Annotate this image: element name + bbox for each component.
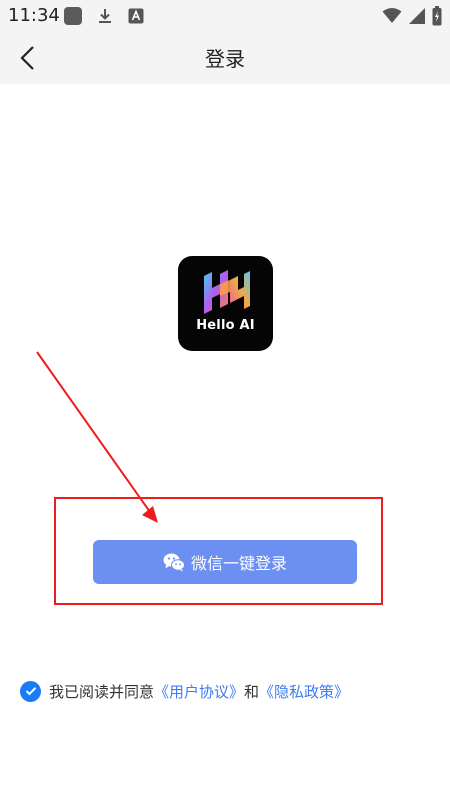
wifi-icon — [382, 8, 402, 23]
hello-ai-logo-icon — [204, 270, 250, 314]
privacy-policy-link[interactable]: 《隐私政策》 — [259, 681, 349, 702]
status-time: 11:34 — [8, 5, 60, 26]
login-screen: 11:34 登录 Hello AI 微信一键登录 我已阅读并同意 《用户协议》 … — [0, 0, 450, 800]
user-agreement-link[interactable]: 《用户协议》 — [154, 681, 244, 702]
checkmark-icon — [25, 687, 36, 696]
agreement-row: 我已阅读并同意 《用户协议》 和 《隐私政策》 — [20, 680, 349, 702]
download-icon — [99, 9, 111, 23]
wechat-login-button[interactable]: 微信一键登录 — [93, 540, 357, 584]
nav-header: 登录 — [0, 32, 450, 84]
a-notification-icon — [128, 8, 144, 24]
agreement-checkbox[interactable] — [20, 680, 41, 702]
logo-text: Hello AI — [196, 318, 255, 333]
battery-icon — [432, 6, 442, 26]
agreement-text: 我已阅读并同意 《用户协议》 和 《隐私政策》 — [49, 681, 349, 702]
status-bar: 11:34 — [0, 0, 450, 32]
status-system-icons — [382, 6, 442, 26]
wechat-icon — [163, 553, 185, 572]
signal-icon — [409, 8, 425, 24]
page-title: 登录 — [205, 47, 245, 71]
app-logo: Hello AI — [178, 256, 273, 351]
app-square-icon — [64, 7, 82, 25]
status-notification-icons — [64, 7, 144, 25]
wechat-login-label: 微信一键登录 — [190, 554, 287, 573]
agreement-prefix: 我已阅读并同意 — [49, 682, 155, 701]
agreement-and: 和 — [244, 682, 260, 701]
